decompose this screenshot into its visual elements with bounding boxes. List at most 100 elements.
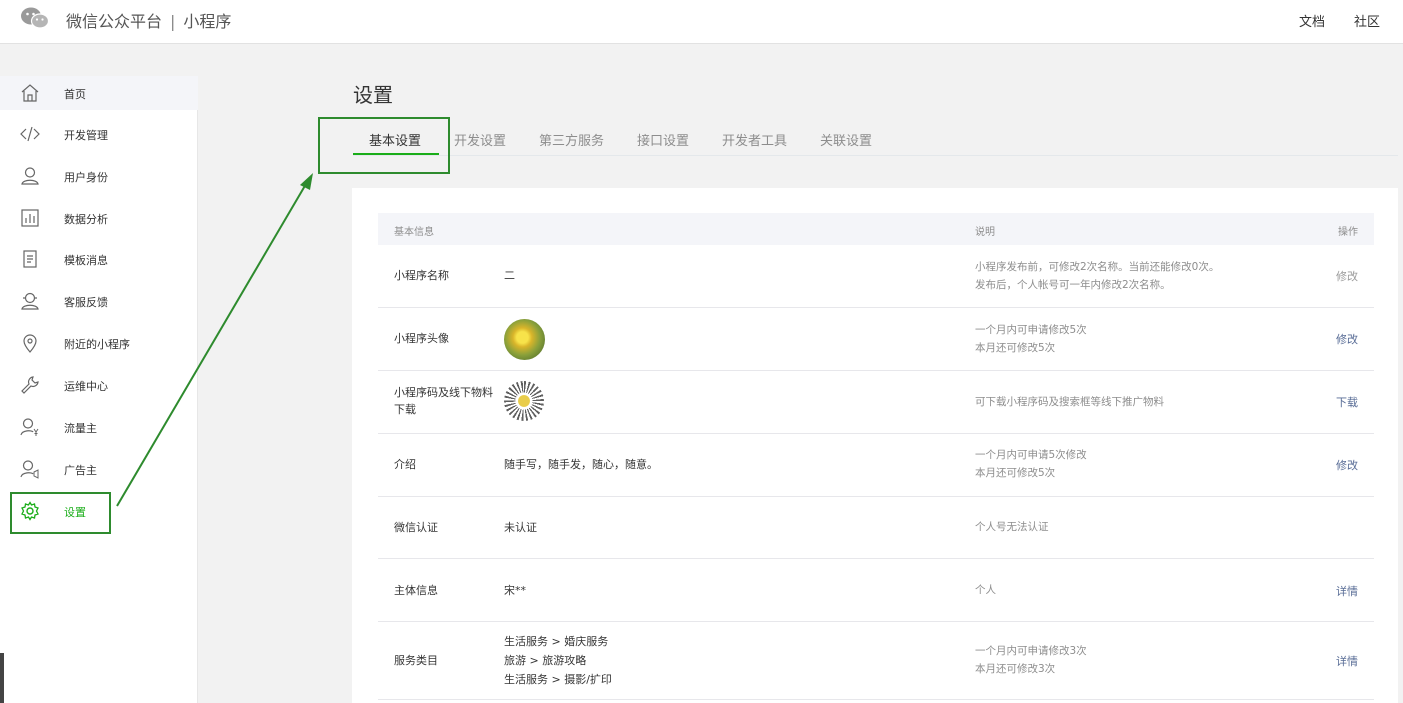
miniprogram-avatar xyxy=(504,319,545,360)
entity-details-link[interactable]: 详情 xyxy=(1336,583,1358,599)
chart-icon xyxy=(21,209,39,227)
table-row-certification: 微信认证 未认证 个人号无法认证 xyxy=(378,497,1374,559)
download-link[interactable]: 下载 xyxy=(1336,394,1358,410)
category-details-link[interactable]: 详情 xyxy=(1336,653,1358,669)
table-row-qrcode: 小程序码及线下物料下载 可下载小程序码及搜索框等线下推广物料 下载 xyxy=(378,371,1374,434)
table-header: 基本信息 说明 操作 xyxy=(378,213,1374,245)
sidebar-item-label: 设置 xyxy=(64,506,86,519)
docs-link[interactable]: 文档 xyxy=(1299,11,1325,30)
tab-basic-settings[interactable]: 基本设置 xyxy=(369,130,421,149)
sidebar-item-customer-feedback[interactable]: 客服反馈 xyxy=(0,284,198,318)
sidebar-item-label: 运维中心 xyxy=(64,380,108,393)
sidebar-item-settings[interactable]: 设置 xyxy=(0,494,198,528)
code-icon xyxy=(20,126,40,142)
user-yen-icon xyxy=(20,418,39,436)
window-edge xyxy=(0,653,4,703)
desc-line: 发布后，个人帐号可一年内修改2次名称。 xyxy=(975,279,1171,291)
brand-name: 微信公众平台 xyxy=(66,12,163,31)
home-icon xyxy=(21,84,39,102)
category-item: 生活服务 > 摄影/扩印 xyxy=(504,673,612,686)
tab-association[interactable]: 关联设置 xyxy=(820,130,872,149)
modify-intro-link[interactable]: 修改 xyxy=(1336,457,1358,473)
desc-line: 本月还可修改5次 xyxy=(975,467,1056,479)
sidebar-item-home[interactable]: 首页 xyxy=(0,76,198,110)
page-title: 设置 xyxy=(353,83,393,107)
sidebar-item-user-identity[interactable]: 用户身份 xyxy=(0,159,198,193)
sidebar: 首页 开发管理 用户身份 数据分析 模板消息 客服反馈 附近的小程序 运维中心 … xyxy=(0,76,198,703)
sidebar-item-label: 用户身份 xyxy=(64,171,108,184)
sidebar-item-label: 广告主 xyxy=(64,464,97,477)
row-label: 小程序头像 xyxy=(394,332,449,345)
category-list: 生活服务 > 婚庆服务 旅游 > 旅游攻略 生活服务 > 摄影/扩印 xyxy=(504,632,612,689)
desc-line: 小程序发布前，可修改2次名称。当前还能修改0次。 xyxy=(975,261,1220,273)
sidebar-item-traffic-owner[interactable]: 流量主 xyxy=(0,410,198,444)
header-operation: 操作 xyxy=(1338,227,1358,238)
sidebar-item-label: 首页 xyxy=(64,88,86,101)
modify-name-link[interactable]: 修改 xyxy=(1336,268,1358,284)
row-desc: 个人 xyxy=(975,581,996,599)
table-row-service-category: 服务类目 生活服务 > 婚庆服务 旅游 > 旅游攻略 生活服务 > 摄影/扩印 … xyxy=(378,622,1374,700)
tab-api-settings[interactable]: 接口设置 xyxy=(637,130,689,149)
row-desc: 一个月内可申请修改5次 本月还可修改5次 xyxy=(975,321,1087,357)
row-label: 主体信息 xyxy=(394,584,438,597)
row-value: 随手写，随手发，随心，随意。 xyxy=(504,458,658,471)
desc-line: 本月还可修改5次 xyxy=(975,342,1056,354)
header-basic-info: 基本信息 xyxy=(394,227,434,238)
row-desc: 一个月内可申请修改3次 本月还可修改3次 xyxy=(975,642,1087,678)
sidebar-item-nearby-miniprogram[interactable]: 附近的小程序 xyxy=(0,326,198,360)
brand-separator: | xyxy=(170,12,176,31)
sidebar-item-label: 流量主 xyxy=(64,422,97,435)
brand-title[interactable]: 微信公众平台 | 小程序 xyxy=(66,8,231,32)
row-label: 小程序名称 xyxy=(394,269,449,282)
sidebar-item-label: 开发管理 xyxy=(64,129,108,142)
desc-line: 一个月内可申请修改5次 xyxy=(975,324,1087,336)
wrench-icon xyxy=(21,376,39,394)
product-name: 小程序 xyxy=(183,12,232,31)
sidebar-item-label: 模板消息 xyxy=(64,254,108,267)
tab-third-party[interactable]: 第三方服务 xyxy=(539,130,604,149)
location-icon xyxy=(23,334,37,353)
table-row-name: 小程序名称 二 小程序发布前，可修改2次名称。当前还能修改0次。 发布后，个人帐… xyxy=(378,245,1374,308)
row-label: 小程序码及线下物料下载 xyxy=(394,386,493,416)
category-item: 生活服务 > 婚庆服务 xyxy=(504,635,609,648)
desc-line: 本月还可修改3次 xyxy=(975,663,1056,675)
tab-dev-settings[interactable]: 开发设置 xyxy=(454,130,506,149)
sidebar-item-dev-management[interactable]: 开发管理 xyxy=(0,117,198,151)
row-label: 介绍 xyxy=(394,458,416,471)
sidebar-item-advertiser[interactable]: 广告主 xyxy=(0,452,198,486)
tab-dev-tools[interactable]: 开发者工具 xyxy=(722,130,787,149)
row-desc: 可下载小程序码及搜索框等线下推广物料 xyxy=(975,393,1164,411)
desc-line: 一个月内可申请5次修改 xyxy=(975,449,1087,461)
row-desc: 一个月内可申请5次修改 本月还可修改5次 xyxy=(975,446,1087,482)
active-tab-indicator xyxy=(353,153,439,155)
sidebar-item-label: 附近的小程序 xyxy=(64,338,130,351)
row-desc: 个人号无法认证 xyxy=(975,518,1049,536)
row-value: 宋** xyxy=(504,584,526,597)
miniprogram-code-image xyxy=(504,381,544,421)
sidebar-item-label: 数据分析 xyxy=(64,213,108,226)
category-item: 旅游 > 旅游攻略 xyxy=(504,654,587,667)
wechat-logo-icon xyxy=(21,7,50,29)
user-ad-icon xyxy=(20,460,39,479)
desc-line: 可下载小程序码及搜索框等线下推广物料 xyxy=(975,396,1164,408)
sidebar-item-template-messages[interactable]: 模板消息 xyxy=(0,242,198,276)
sidebar-item-data-analysis[interactable]: 数据分析 xyxy=(0,201,198,235)
desc-line: 一个月内可申请修改3次 xyxy=(975,645,1087,657)
document-icon xyxy=(23,250,37,268)
header-description: 说明 xyxy=(975,227,995,238)
row-value: 未认证 xyxy=(504,521,537,534)
service-icon xyxy=(21,292,39,310)
table-row-intro: 介绍 随手写，随手发，随心，随意。 一个月内可申请5次修改 本月还可修改5次 修… xyxy=(378,434,1374,497)
sidebar-item-ops-center[interactable]: 运维中心 xyxy=(0,368,198,402)
row-label: 微信认证 xyxy=(394,521,438,534)
modify-avatar-link[interactable]: 修改 xyxy=(1336,331,1358,347)
row-desc: 小程序发布前，可修改2次名称。当前还能修改0次。 发布后，个人帐号可一年内修改2… xyxy=(975,258,1219,294)
row-value: 二 xyxy=(504,269,515,282)
desc-line: 个人号无法认证 xyxy=(975,521,1049,533)
settings-tabs: 基本设置 开发设置 第三方服务 接口设置 开发者工具 关联设置 xyxy=(353,120,1398,156)
row-label: 服务类目 xyxy=(394,654,438,667)
community-link[interactable]: 社区 xyxy=(1354,11,1380,30)
sidebar-item-label: 客服反馈 xyxy=(64,296,108,309)
desc-line: 个人 xyxy=(975,584,996,596)
table-row-avatar: 小程序头像 一个月内可申请修改5次 本月还可修改5次 修改 xyxy=(378,308,1374,371)
